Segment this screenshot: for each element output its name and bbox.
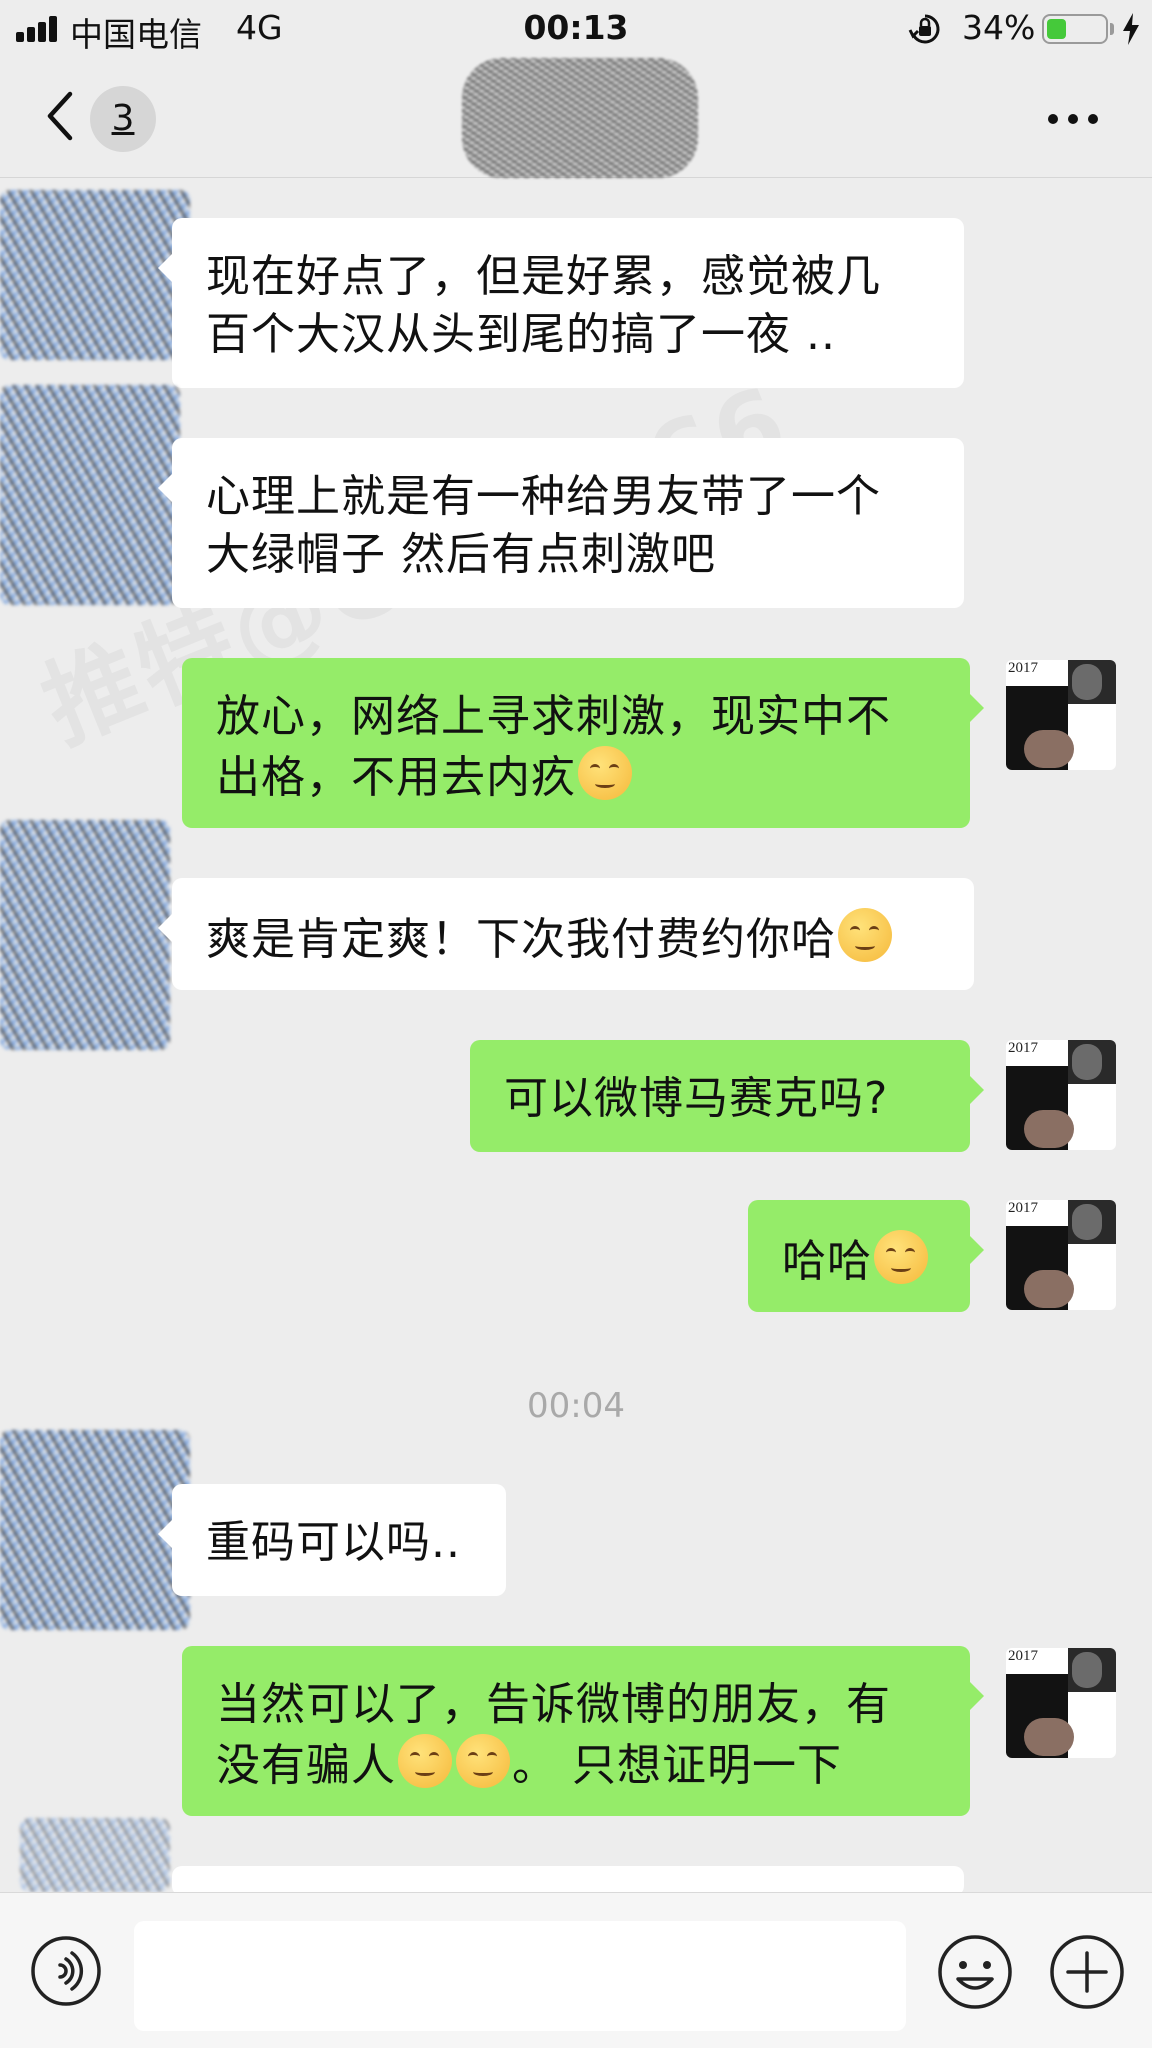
laughing-tears-emoji-icon bbox=[874, 1230, 928, 1284]
message-text: 大绿帽子 然后有点刺激吧 bbox=[206, 529, 716, 580]
message-input[interactable] bbox=[134, 1921, 906, 2031]
blushing-smile-emoji-icon bbox=[578, 746, 632, 800]
voice-input-button[interactable] bbox=[30, 1935, 102, 2007]
battery-percent: 34% bbox=[962, 8, 1036, 47]
more-functions-plus-button[interactable] bbox=[1048, 1933, 1126, 2011]
message-text: 哈哈 bbox=[782, 1236, 872, 1287]
emoji-button[interactable] bbox=[936, 1933, 1014, 2011]
unread-count-badge[interactable]: 3 bbox=[90, 86, 156, 152]
contact-avatar[interactable] bbox=[0, 820, 170, 1050]
smirk-emoji-icon bbox=[398, 1734, 452, 1788]
avatar-year-label: 2017 bbox=[1008, 1648, 1038, 1664]
charging-bolt-icon bbox=[1123, 13, 1139, 45]
contact-avatar[interactable] bbox=[0, 385, 180, 605]
smirk-emoji-icon bbox=[838, 908, 892, 962]
contact-avatar[interactable] bbox=[20, 1818, 170, 1892]
my-avatar[interactable]: 2017 bbox=[1006, 660, 1116, 770]
more-options-button[interactable] bbox=[1046, 108, 1102, 128]
message-bubble-outgoing[interactable]: 可以微博马赛克吗? bbox=[470, 1040, 984, 1152]
message-text: 当然可以了，告诉微博的朋友，有 bbox=[216, 1679, 891, 1730]
avatar-year-label: 2017 bbox=[1008, 1040, 1038, 1056]
message-bubble-incoming[interactable]: 重码可以吗.. bbox=[158, 1484, 506, 1596]
my-avatar[interactable]: 2017 bbox=[1006, 1648, 1116, 1758]
orientation-lock-icon bbox=[908, 14, 940, 44]
input-bar bbox=[0, 1892, 1152, 2048]
battery-cap bbox=[1110, 23, 1114, 35]
message-bubble-outgoing[interactable]: 哈哈 bbox=[748, 1200, 984, 1312]
message-text: 百个大汉从头到尾的搞了一夜 .. bbox=[206, 309, 836, 360]
battery-icon bbox=[1042, 14, 1108, 44]
message-bubble-incoming[interactable]: 心理上就是有一种给男友带了一个 大绿帽子 然后有点刺激吧 bbox=[158, 438, 964, 608]
avatar-year-label: 2017 bbox=[1008, 660, 1038, 676]
my-avatar[interactable]: 2017 bbox=[1006, 1040, 1116, 1150]
message-text: 爽是肯定爽！下次我付费约你哈 bbox=[206, 914, 836, 965]
battery-level-fill bbox=[1047, 19, 1066, 39]
message-text: 重码可以吗.. bbox=[206, 1517, 461, 1568]
message-text: 可以微博马赛克吗? bbox=[504, 1073, 889, 1124]
message-bubble-outgoing[interactable]: 放心，网络上寻求刺激，现实中不 出格，不用去内疚 bbox=[182, 658, 984, 828]
message-text: 现在好点了，但是好累，感觉被几 bbox=[206, 251, 881, 302]
message-text: 没有骗人 bbox=[216, 1740, 396, 1791]
message-bubble-outgoing[interactable]: 当然可以了，告诉微博的朋友，有 没有骗人 。 只想证明一下 bbox=[182, 1646, 984, 1816]
chat-timestamp: 00:04 bbox=[527, 1386, 625, 1426]
redacted-chat-title bbox=[462, 58, 698, 178]
avatar-year-label: 2017 bbox=[1008, 1200, 1038, 1216]
status-bar: 中国电信 4G 00:13 34% bbox=[0, 0, 1152, 58]
smirk-emoji-icon bbox=[456, 1734, 510, 1788]
message-text: 心理上就是有一种给男友带了一个 bbox=[206, 471, 881, 522]
message-text: 。 只想证明一下 bbox=[512, 1740, 842, 1791]
back-button[interactable] bbox=[40, 88, 80, 144]
message-bubble-incoming[interactable]: 爽是肯定爽！下次我付费约你哈 bbox=[158, 878, 974, 990]
message-text: 放心，网络上寻求刺激，现实中不 bbox=[216, 691, 891, 742]
message-text: 出格，不用去内疚 bbox=[216, 752, 576, 803]
my-avatar[interactable]: 2017 bbox=[1006, 1200, 1116, 1310]
message-bubble-incoming[interactable]: 现在好点了，但是好累，感觉被几 百个大汉从头到尾的搞了一夜 .. bbox=[158, 218, 964, 388]
chat-header: 3 bbox=[0, 58, 1152, 178]
